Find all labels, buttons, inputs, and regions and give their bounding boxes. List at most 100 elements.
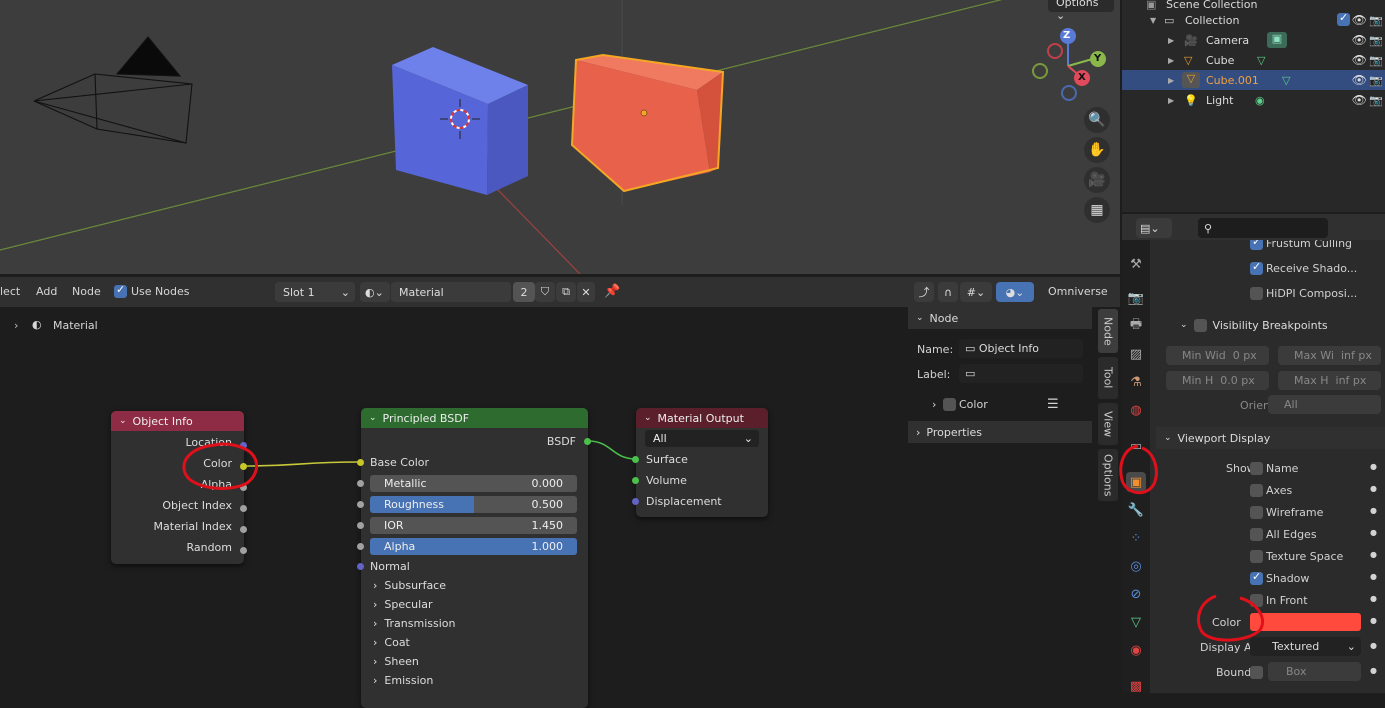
scene-tab-icon[interactable]: ⚗ (1126, 372, 1146, 392)
outliner-item-light[interactable]: ▶ 💡 Light ◉ 👁 📷 (1122, 90, 1385, 110)
receive-shadow-checkbox[interactable] (1250, 260, 1263, 275)
material-output-header[interactable]: ⌄ Material Output (636, 408, 768, 428)
exclude-checkbox[interactable] (1337, 11, 1350, 26)
socket-material-index[interactable] (240, 526, 247, 533)
properties-panel-header[interactable]: › Properties (908, 421, 1092, 443)
options-dropdown[interactable]: Options ⌄ (1048, 0, 1114, 22)
max-width-field[interactable]: Max Wi inf px (1278, 346, 1381, 365)
node-label-field[interactable]: ▭ (959, 364, 1083, 383)
target-dropdown[interactable]: All ⌄ (645, 430, 759, 447)
visibility-breakpoints-checkbox[interactable] (1193, 318, 1207, 332)
camera-data-icon[interactable]: ▣ (1267, 32, 1287, 48)
object-info-header[interactable]: ⌄ Object Info (111, 411, 244, 431)
chevron-right-icon[interactable]: › (916, 426, 920, 439)
keyframe-dot-icon[interactable]: ● (1370, 616, 1377, 625)
tool-tab-icon[interactable]: ⚒ (1126, 254, 1146, 274)
socket-roughness[interactable] (357, 501, 364, 508)
collapse-icon[interactable]: ⌄ (644, 413, 652, 423)
max-height-field[interactable]: Max H inf px (1278, 371, 1381, 390)
overlays-icon[interactable]: ◕⌄ (996, 282, 1034, 302)
keyframe-dot-icon[interactable]: ● (1370, 594, 1377, 603)
panel-transmission[interactable]: › Transmission (373, 617, 455, 630)
expand-icon[interactable]: ▶ (1168, 76, 1174, 85)
tab-options[interactable]: Options (1098, 449, 1118, 501)
zoom-icon[interactable]: 🔍 (1084, 107, 1110, 133)
output-tab-icon[interactable]: 🖶 (1126, 316, 1146, 336)
chevron-right-icon[interactable]: › (932, 398, 936, 411)
viewport-display-header[interactable]: ⌄ Viewport Display (1156, 427, 1385, 449)
expand-icon[interactable]: ▶ (1168, 96, 1174, 105)
tab-node[interactable]: Node (1098, 309, 1118, 353)
render-camera-icon[interactable]: 📷 (1369, 94, 1383, 107)
use-nodes-checkbox[interactable] (114, 283, 127, 298)
close-icon[interactable]: ✕ (577, 282, 595, 302)
constraints-tab-icon[interactable]: ⊘ (1126, 584, 1146, 604)
grid-perspective-icon[interactable]: ▦ (1084, 197, 1110, 223)
socket-normal[interactable] (357, 563, 364, 570)
expand-icon[interactable]: ▶ (1168, 56, 1174, 65)
editor-type-dropdown[interactable]: ▤⌄ (1136, 218, 1172, 238)
pin-icon[interactable]: 📌 (604, 284, 620, 299)
socket-metallic[interactable] (357, 480, 364, 487)
camera-view-icon[interactable]: 🎥 (1084, 167, 1110, 193)
eye-icon[interactable]: 👁 (1352, 13, 1367, 27)
expand-icon[interactable]: ▼ (1150, 16, 1156, 25)
outliner-item-cube[interactable]: ▶ ▽ Cube ▽ 👁 📷 (1122, 50, 1385, 70)
keyframe-dot-icon[interactable]: ● (1370, 572, 1377, 581)
render-camera-icon[interactable]: 📷 (1369, 74, 1383, 87)
keyframe-dot-icon[interactable]: ● (1370, 666, 1377, 675)
socket-surface[interactable] (632, 456, 639, 463)
eye-icon[interactable]: 👁 (1352, 53, 1367, 67)
snap-grid-icon[interactable]: #⌄ (960, 282, 992, 302)
outliner[interactable]: ▣ Scene Collection ▼ ▭ Collection 👁 📷 ▶ … (1122, 0, 1385, 212)
collapse-icon[interactable]: ⌄ (119, 416, 127, 426)
panel-sheen[interactable]: › Sheen (373, 655, 419, 668)
keyframe-dot-icon[interactable]: ● (1370, 506, 1377, 515)
outliner-item-camera[interactable]: ▶ 🎥 Camera ▣ 👁 📷 (1122, 30, 1385, 50)
panel-subsurface[interactable]: › Subsurface (373, 579, 446, 592)
collapse-icon[interactable]: ⌄ (916, 313, 924, 323)
collapse-icon[interactable]: ⌄ (369, 413, 377, 423)
show-texture-space-checkbox[interactable] (1250, 550, 1263, 563)
principled-header[interactable]: ⌄ Principled BSDF (361, 408, 588, 428)
slot-dropdown[interactable]: Slot 1 ⌄ (275, 282, 355, 302)
select-menu[interactable]: lect (0, 285, 20, 298)
eye-icon[interactable]: 👁 (1352, 93, 1367, 107)
snap-toggle-icon[interactable]: ∩ (938, 282, 958, 302)
pan-hand-icon[interactable]: ✋ (1084, 137, 1110, 163)
frustum-culling-checkbox[interactable] (1250, 240, 1263, 250)
duplicate-icon[interactable]: ⧉ (556, 282, 576, 302)
add-menu[interactable]: Add (36, 285, 57, 298)
world-tab-icon[interactable]: ◍ (1126, 400, 1146, 420)
keyframe-dot-icon[interactable]: ● (1370, 641, 1377, 650)
node-color-checkbox[interactable] (943, 398, 956, 411)
particles-tab-icon[interactable]: ⁘ (1126, 528, 1146, 548)
socket-volume[interactable] (632, 477, 639, 484)
bounds-checkbox[interactable] (1250, 666, 1263, 679)
panel-emission[interactable]: › Emission (373, 674, 433, 687)
modifier-tab-icon[interactable]: 🔧 (1126, 500, 1146, 520)
keyframe-dot-icon[interactable]: ● (1370, 528, 1377, 537)
show-all-edges-checkbox[interactable] (1250, 528, 1263, 541)
min-height-field[interactable]: Min H 0.0 px (1166, 371, 1269, 390)
keyframe-dot-icon[interactable]: ● (1370, 484, 1377, 493)
orientation-dropdown[interactable]: All (1268, 395, 1381, 414)
render-camera-icon[interactable]: 📷 (1369, 34, 1383, 47)
node-panel-header[interactable]: ⌄ Node (908, 307, 1092, 329)
metallic-slider[interactable]: Metallic 0.000 (370, 475, 577, 492)
material-name-field[interactable]: Material (391, 282, 511, 302)
hidpi-checkbox[interactable] (1250, 287, 1263, 300)
data-tab-icon[interactable]: ▽ (1126, 612, 1146, 632)
render-camera-icon[interactable]: 📷 (1369, 54, 1383, 67)
ior-slider[interactable]: IOR 1.450 (370, 517, 577, 534)
mesh-data-icon[interactable]: ▽ (1282, 74, 1290, 87)
render-tab-icon[interactable]: 📷 (1126, 288, 1146, 308)
alpha-slider[interactable]: Alpha 1.000 (370, 538, 577, 555)
socket-ior[interactable] (357, 522, 364, 529)
list-icon[interactable]: ☰ (1047, 397, 1059, 412)
outliner-item-cube-001[interactable]: ▶ ▽ Cube.001 ▽ 👁 📷 (1122, 70, 1385, 90)
material-users-count[interactable]: 2 (513, 282, 535, 302)
outliner-collection[interactable]: ▼ ▭ Collection 👁 📷 (1122, 10, 1385, 30)
socket-alpha-in[interactable] (357, 543, 364, 550)
material-browse-button[interactable]: ◐⌄ (360, 282, 390, 302)
